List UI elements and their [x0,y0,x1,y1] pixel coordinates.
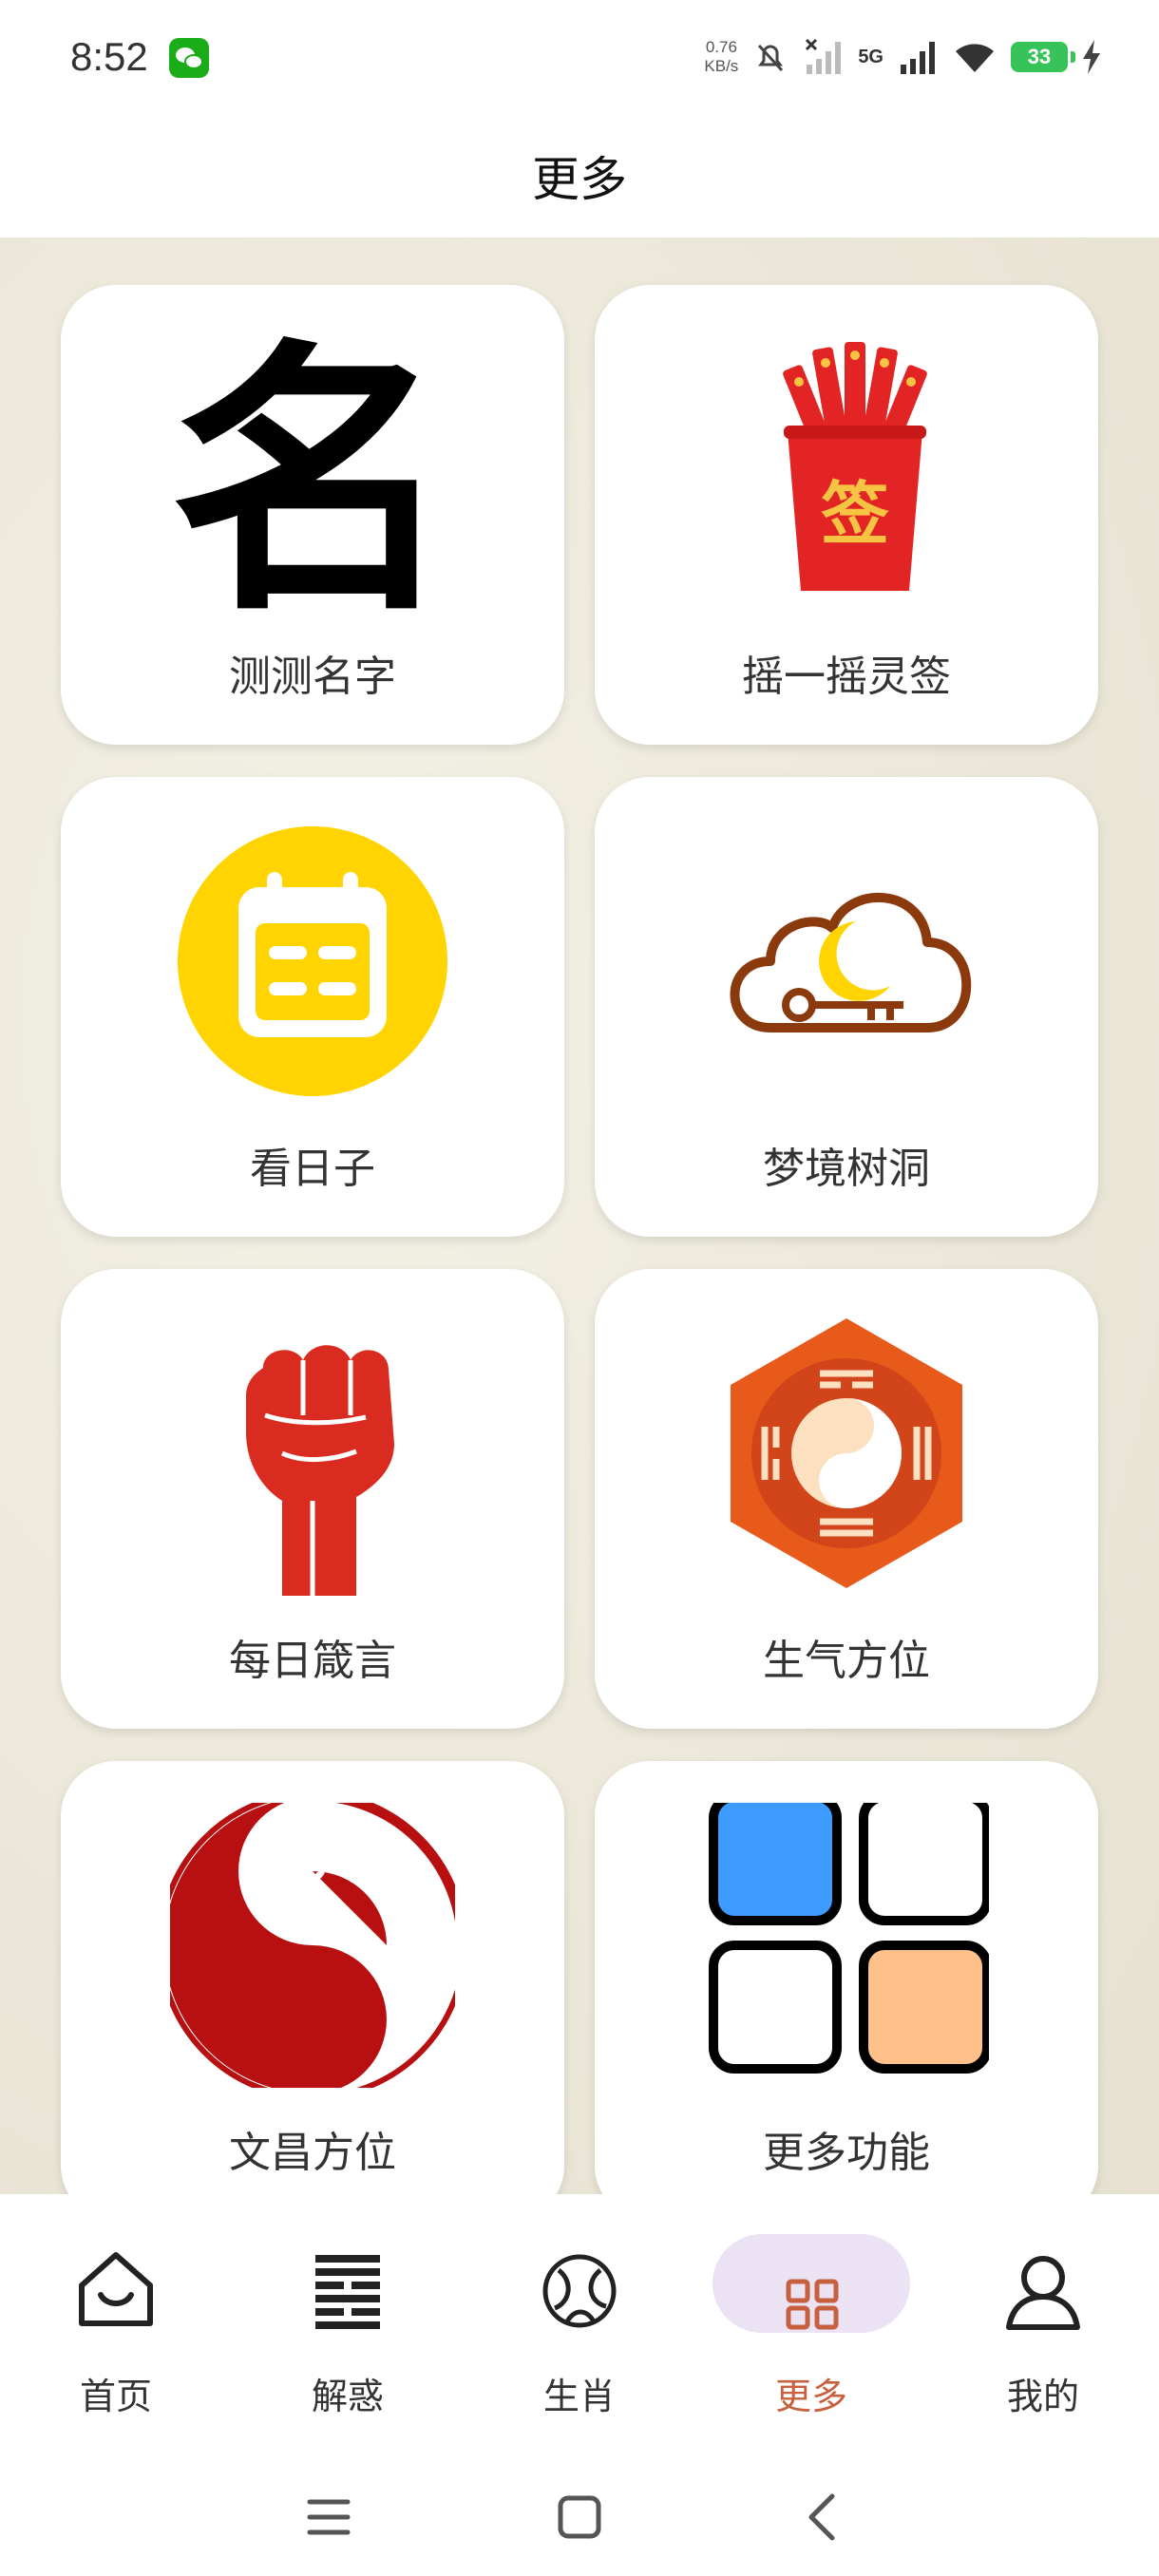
nav-label: 解惑 [311,2376,384,2417]
card-label: 生气方位 [763,1637,930,1685]
card-label: 梦境树洞 [763,1145,930,1193]
calendar-icon [178,826,447,1096]
card-label: 摇一摇灵签 [742,653,951,701]
mute-bell-icon [758,44,784,72]
network-speed-unit: KB/s [704,57,739,75]
grid-apps-icon [786,2279,839,2330]
signal-no-sim-icon [806,38,842,74]
status-time: 8:52 [70,34,148,79]
card-label: 测测名字 [229,653,396,701]
card-dream-hollow[interactable]: 梦境树洞 [595,777,1098,1237]
red-yinyang-seal-icon [170,1803,455,2088]
nav-label: 我的 [1006,2376,1079,2417]
network-speed-value: 0.76 [705,38,737,56]
name-character-icon: 名 [170,327,455,612]
card-more-features[interactable]: 更多功能 [595,1761,1098,2194]
recent-apps-icon[interactable] [300,2489,357,2546]
card-vital-direction[interactable]: 生气方位 [595,1269,1098,1729]
card-fortune-stick[interactable]: 签 摇一摇灵签 [595,285,1098,745]
wechat-notification-icon [169,38,209,78]
card-label: 每日箴言 [229,1637,396,1685]
nav-zodiac[interactable]: 生肖 [464,2223,695,2417]
four-squares-icon [709,1803,989,2074]
fortune-stick-cup-icon: 签 [783,342,927,591]
name-glyph: 名 [170,327,455,612]
home-icon [79,2252,153,2326]
bagua-yinyang-icon [731,1318,962,1588]
page-title: 更多 [532,152,627,207]
signal-icon [901,42,935,74]
battery-level: 33 [1027,45,1052,68]
wifi-icon [956,44,994,72]
card-label: 文昌方位 [229,2129,396,2177]
page-header: 更多 [0,114,1159,237]
network-type: 5G [858,46,884,67]
nav-label: 首页 [79,2376,152,2417]
card-label: 更多功能 [763,2129,930,2177]
status-bar: 8:52 0.76 KB/s 5G 33 [0,0,1159,114]
nav-mine[interactable]: 我的 [927,2223,1159,2417]
status-icons: 0.76 KB/s 5G 33 [704,30,1102,84]
raised-fist-icon [246,1345,394,1596]
hexagram-lines-icon [315,2255,380,2329]
card-daily-motto[interactable]: 每日箴言 [61,1269,564,1729]
home-square-icon[interactable] [551,2489,608,2546]
nav-label: 生肖 [542,2376,616,2417]
card-label: 看日子 [250,1145,375,1193]
charging-bolt-icon [1083,40,1100,74]
nav-label: 更多 [774,2376,847,2417]
bottom-nav: 首页 解惑 生肖 更多 我的 [0,2194,1159,2441]
network-speed: 0.76 KB/s [704,38,738,76]
system-nav-bar [0,2441,1159,2576]
person-icon [1006,2256,1080,2330]
card-wenchang-direction[interactable]: 文昌方位 [61,1761,564,2194]
feature-grid: 名 测测名字 签 摇一摇灵签 看日子 梦境树洞 每日箴言 生气方位 文昌方位 更… [0,237,1159,2194]
fortune-glyph: 签 [821,474,889,554]
nav-more[interactable]: 更多 [695,2223,927,2417]
dream-cloud-moon-key-icon [730,893,972,1032]
back-icon[interactable] [796,2489,853,2546]
battery-indicator: 33 [1011,42,1075,72]
card-pick-date[interactable]: 看日子 [61,777,564,1237]
nav-resolve[interactable]: 解惑 [232,2223,464,2417]
nav-home[interactable]: 首页 [0,2223,232,2417]
card-name-test[interactable]: 名 测测名字 [61,285,564,745]
zodiac-circle-icon [542,2254,617,2328]
